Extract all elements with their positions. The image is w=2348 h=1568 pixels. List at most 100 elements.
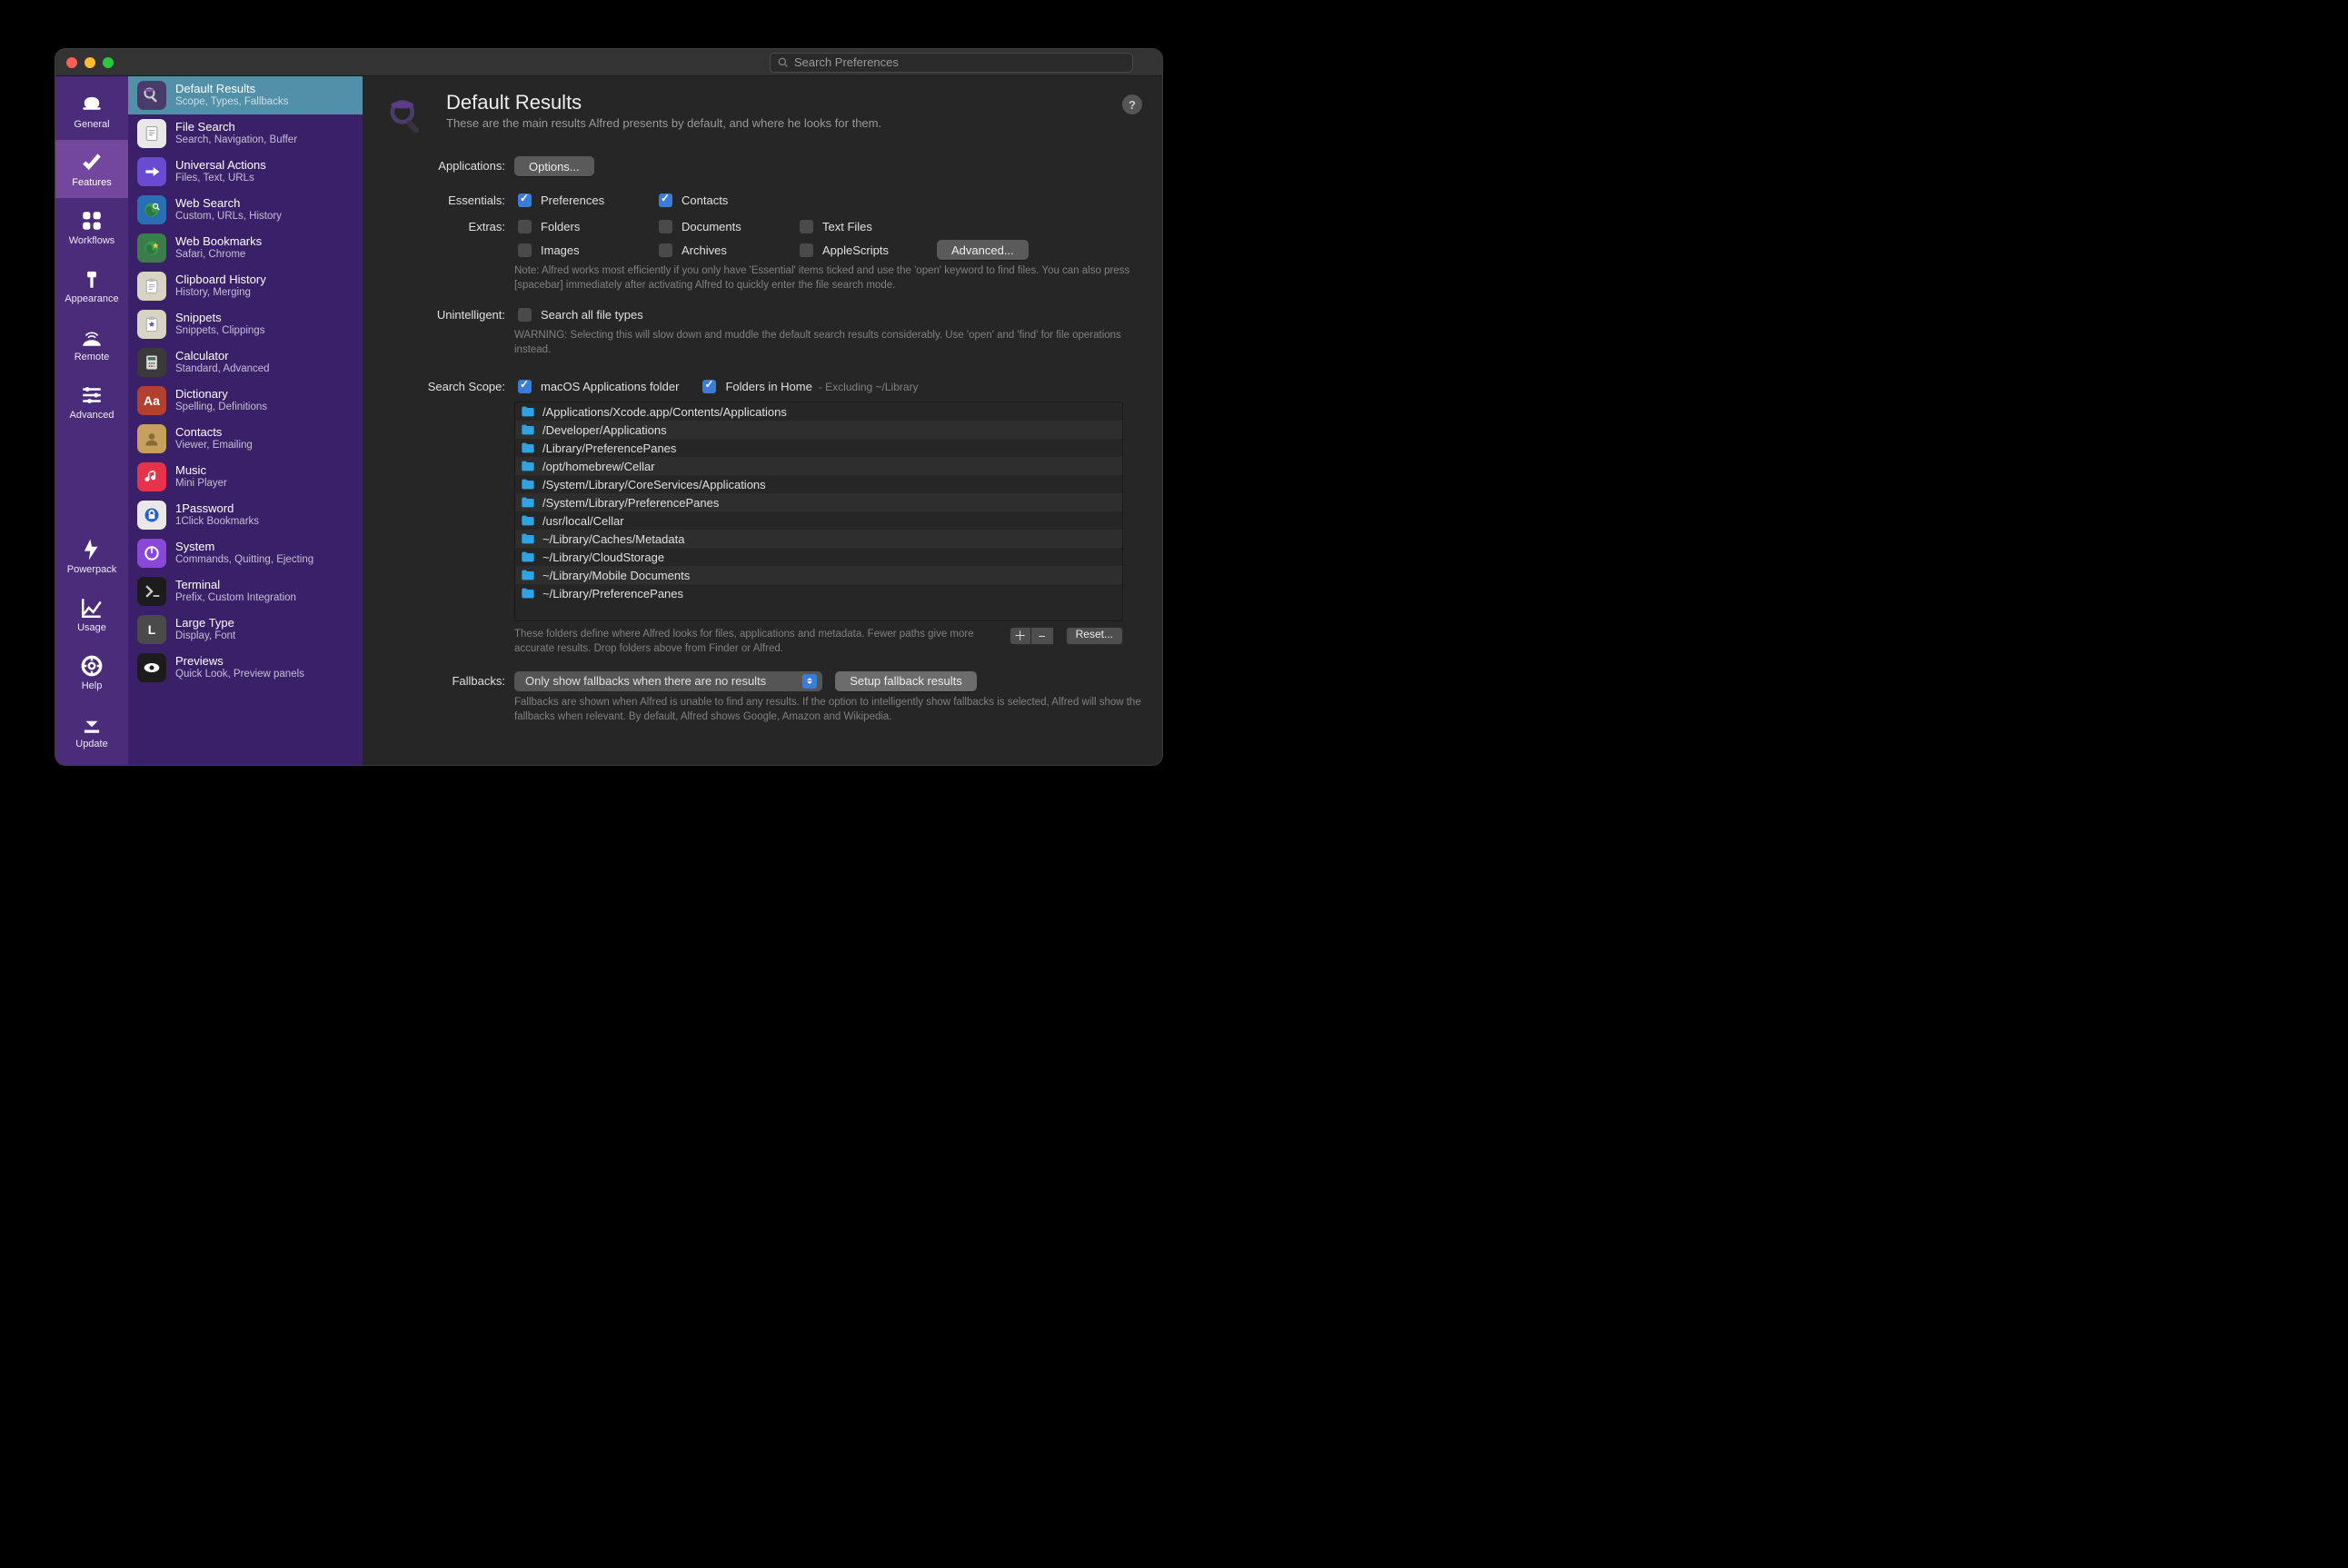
scope-path-value: /usr/local/Cellar <box>542 514 624 528</box>
search-all-filetypes-checkbox[interactable]: Search all file types <box>514 305 1142 324</box>
powerpack-icon <box>80 538 104 561</box>
extras-archives-checkbox[interactable]: Archives <box>655 241 796 260</box>
calculator-icon <box>137 348 166 377</box>
sidebar-item-workflows[interactable]: Workflows <box>55 198 128 256</box>
default-results-icon <box>137 81 166 110</box>
sidebar-item-update[interactable]: Update <box>55 701 128 759</box>
scope-path-row[interactable]: /Library/PreferencePanes <box>515 439 1122 457</box>
add-scope-button[interactable]: ＋ <box>1010 627 1031 645</box>
scope-path-row[interactable]: ~/Library/PreferencePanes <box>515 584 1122 602</box>
extras-text-files-checkbox[interactable]: Text Files <box>796 217 937 236</box>
window-close-button[interactable] <box>66 57 77 68</box>
extras-folders-checkbox[interactable]: Folders <box>514 217 655 236</box>
feature-item-clipboard-history[interactable]: Clipboard History History, Merging <box>128 267 363 305</box>
scope-path-row[interactable]: /opt/homebrew/Cellar <box>515 457 1122 475</box>
remove-scope-button[interactable]: − <box>1031 627 1053 645</box>
sidebar-item-label: General <box>74 119 109 130</box>
feature-item-web-bookmarks[interactable]: Web Bookmarks Safari, Chrome <box>128 229 363 267</box>
general-icon <box>80 93 104 116</box>
feature-item-terminal[interactable]: Terminal Prefix, Custom Integration <box>128 572 363 610</box>
essentials-label: Essentials: <box>392 191 514 207</box>
folders-in-home-checkbox[interactable]: Folders in Home - Excluding ~/Library <box>699 377 918 396</box>
usage-icon <box>80 596 104 620</box>
fallbacks-label: Fallbacks: <box>392 671 514 688</box>
macos-applications-folder-checkbox[interactable]: macOS Applications folder <box>514 377 679 396</box>
primary-sidebar: General FeaturesWorkflowsAppearanceRemote… <box>55 76 128 765</box>
essentials-contacts-checkbox[interactable]: Contacts <box>655 191 796 210</box>
extras-images-label: Images <box>541 243 580 257</box>
scope-path-row[interactable]: /Applications/Xcode.app/Contents/Applica… <box>515 402 1122 421</box>
scope-note: These folders define where Alfred looks … <box>514 627 1000 656</box>
feature-item-system[interactable]: System Commands, Quitting, Ejecting <box>128 534 363 572</box>
folder-icon <box>521 460 535 472</box>
scope-path-row[interactable]: /System/Library/PreferencePanes <box>515 493 1122 511</box>
fallbacks-select[interactable]: Only show fallbacks when there are no re… <box>514 671 822 691</box>
sidebar-item-label: Advanced <box>70 410 114 421</box>
sidebar-item-remote[interactable]: Remote <box>55 314 128 372</box>
window-zoom-button[interactable] <box>103 57 114 68</box>
titlebar: Search Preferences <box>55 49 1162 76</box>
scope-path-row[interactable]: /System/Library/CoreServices/Application… <box>515 475 1122 493</box>
1password-icon <box>137 501 166 530</box>
scope-path-value: /System/Library/CoreServices/Application… <box>542 478 766 491</box>
dictionary-icon: Aa <box>137 386 166 415</box>
folder-icon <box>521 514 535 527</box>
feature-item-file-search[interactable]: File Search Search, Navigation, Buffer <box>128 114 363 153</box>
feature-item-default-results[interactable]: Default Results Scope, Types, Fallbacks <box>128 76 363 114</box>
features-icon <box>80 151 104 174</box>
applications-options-button[interactable]: Options... <box>514 156 594 176</box>
sidebar-item-appearance[interactable]: Appearance <box>55 256 128 314</box>
system-icon <box>137 539 166 568</box>
feature-item-snippets[interactable]: Snippets Snippets, Clippings <box>128 305 363 343</box>
sidebar-item-label: Update <box>75 739 107 749</box>
feature-item-large-type[interactable]: L Large Type Display, Font <box>128 610 363 649</box>
help-button[interactable]: ? <box>1122 94 1142 114</box>
feature-item-subtitle: Display, Font <box>175 630 235 643</box>
feature-item-web-search[interactable]: Web Search Custom, URLs, History <box>128 191 363 229</box>
extras-text-files-label: Text Files <box>822 220 872 233</box>
feature-item-calculator[interactable]: Calculator Standard, Advanced <box>128 343 363 382</box>
feature-item-title: Snippets <box>175 311 264 325</box>
feature-item-title: Web Search <box>175 196 282 211</box>
reset-scope-button[interactable]: Reset... <box>1066 627 1123 645</box>
advanced-icon <box>80 383 104 407</box>
sidebar-item-help[interactable]: Help <box>55 643 128 701</box>
setup-fallback-results-button[interactable]: Setup fallback results <box>835 671 977 691</box>
feature-item-universal-actions[interactable]: Universal Actions Files, Text, URLs <box>128 153 363 191</box>
scope-path-row[interactable]: ~/Library/CloudStorage <box>515 548 1122 566</box>
feature-item-title: Music <box>175 463 227 478</box>
extras-images-checkbox[interactable]: Images <box>514 241 655 260</box>
essentials-preferences-checkbox[interactable]: Preferences <box>514 191 655 210</box>
sidebar-item-usage[interactable]: Usage <box>55 585 128 643</box>
sidebar-item-features[interactable]: Features <box>55 140 128 198</box>
sidebar-item-label: Help <box>82 680 103 691</box>
feature-item-subtitle: Snippets, Clippings <box>175 325 264 338</box>
folders-in-home-label: Folders in Home <box>725 380 811 393</box>
scope-path-list[interactable]: /Applications/Xcode.app/Contents/Applica… <box>514 402 1123 621</box>
feature-item-previews[interactable]: Previews Quick Look, Preview panels <box>128 649 363 687</box>
extras-documents-checkbox[interactable]: Documents <box>655 217 796 236</box>
fallbacks-select-value: Only show fallbacks when there are no re… <box>525 674 766 688</box>
window-minimize-button[interactable] <box>85 57 95 68</box>
search-input[interactable]: Search Preferences <box>770 53 1133 73</box>
sidebar-item-advanced[interactable]: Advanced <box>55 372 128 431</box>
feature-item-dictionary[interactable]: Aa Dictionary Spelling, Definitions <box>128 382 363 420</box>
feature-item-title: Web Bookmarks <box>175 234 262 249</box>
contacts-icon <box>137 424 166 453</box>
scope-path-row[interactable]: ~/Library/Mobile Documents <box>515 566 1122 584</box>
sidebar-item-label: Powerpack <box>67 564 116 575</box>
folder-icon <box>521 423 535 436</box>
feature-item-subtitle: History, Merging <box>175 287 266 300</box>
scope-path-row[interactable]: ~/Library/Caches/Metadata <box>515 530 1122 548</box>
feature-item-1password[interactable]: 1Password 1Click Bookmarks <box>128 496 363 534</box>
extras-advanced-button[interactable]: Advanced... <box>937 240 1029 260</box>
feature-item-contacts[interactable]: Contacts Viewer, Emailing <box>128 420 363 458</box>
extras-applescripts-checkbox[interactable]: AppleScripts <box>796 241 937 260</box>
sidebar-item-general[interactable]: General <box>55 82 128 140</box>
sidebar-item-powerpack[interactable]: Powerpack <box>55 527 128 585</box>
scope-path-row[interactable]: /usr/local/Cellar <box>515 511 1122 530</box>
scope-path-row[interactable]: /Developer/Applications <box>515 421 1122 439</box>
feature-item-music[interactable]: Music Mini Player <box>128 458 363 496</box>
unintelligent-label: Unintelligent: <box>392 305 514 322</box>
fallbacks-note: Fallbacks are shown when Alfred is unabl… <box>514 695 1142 724</box>
